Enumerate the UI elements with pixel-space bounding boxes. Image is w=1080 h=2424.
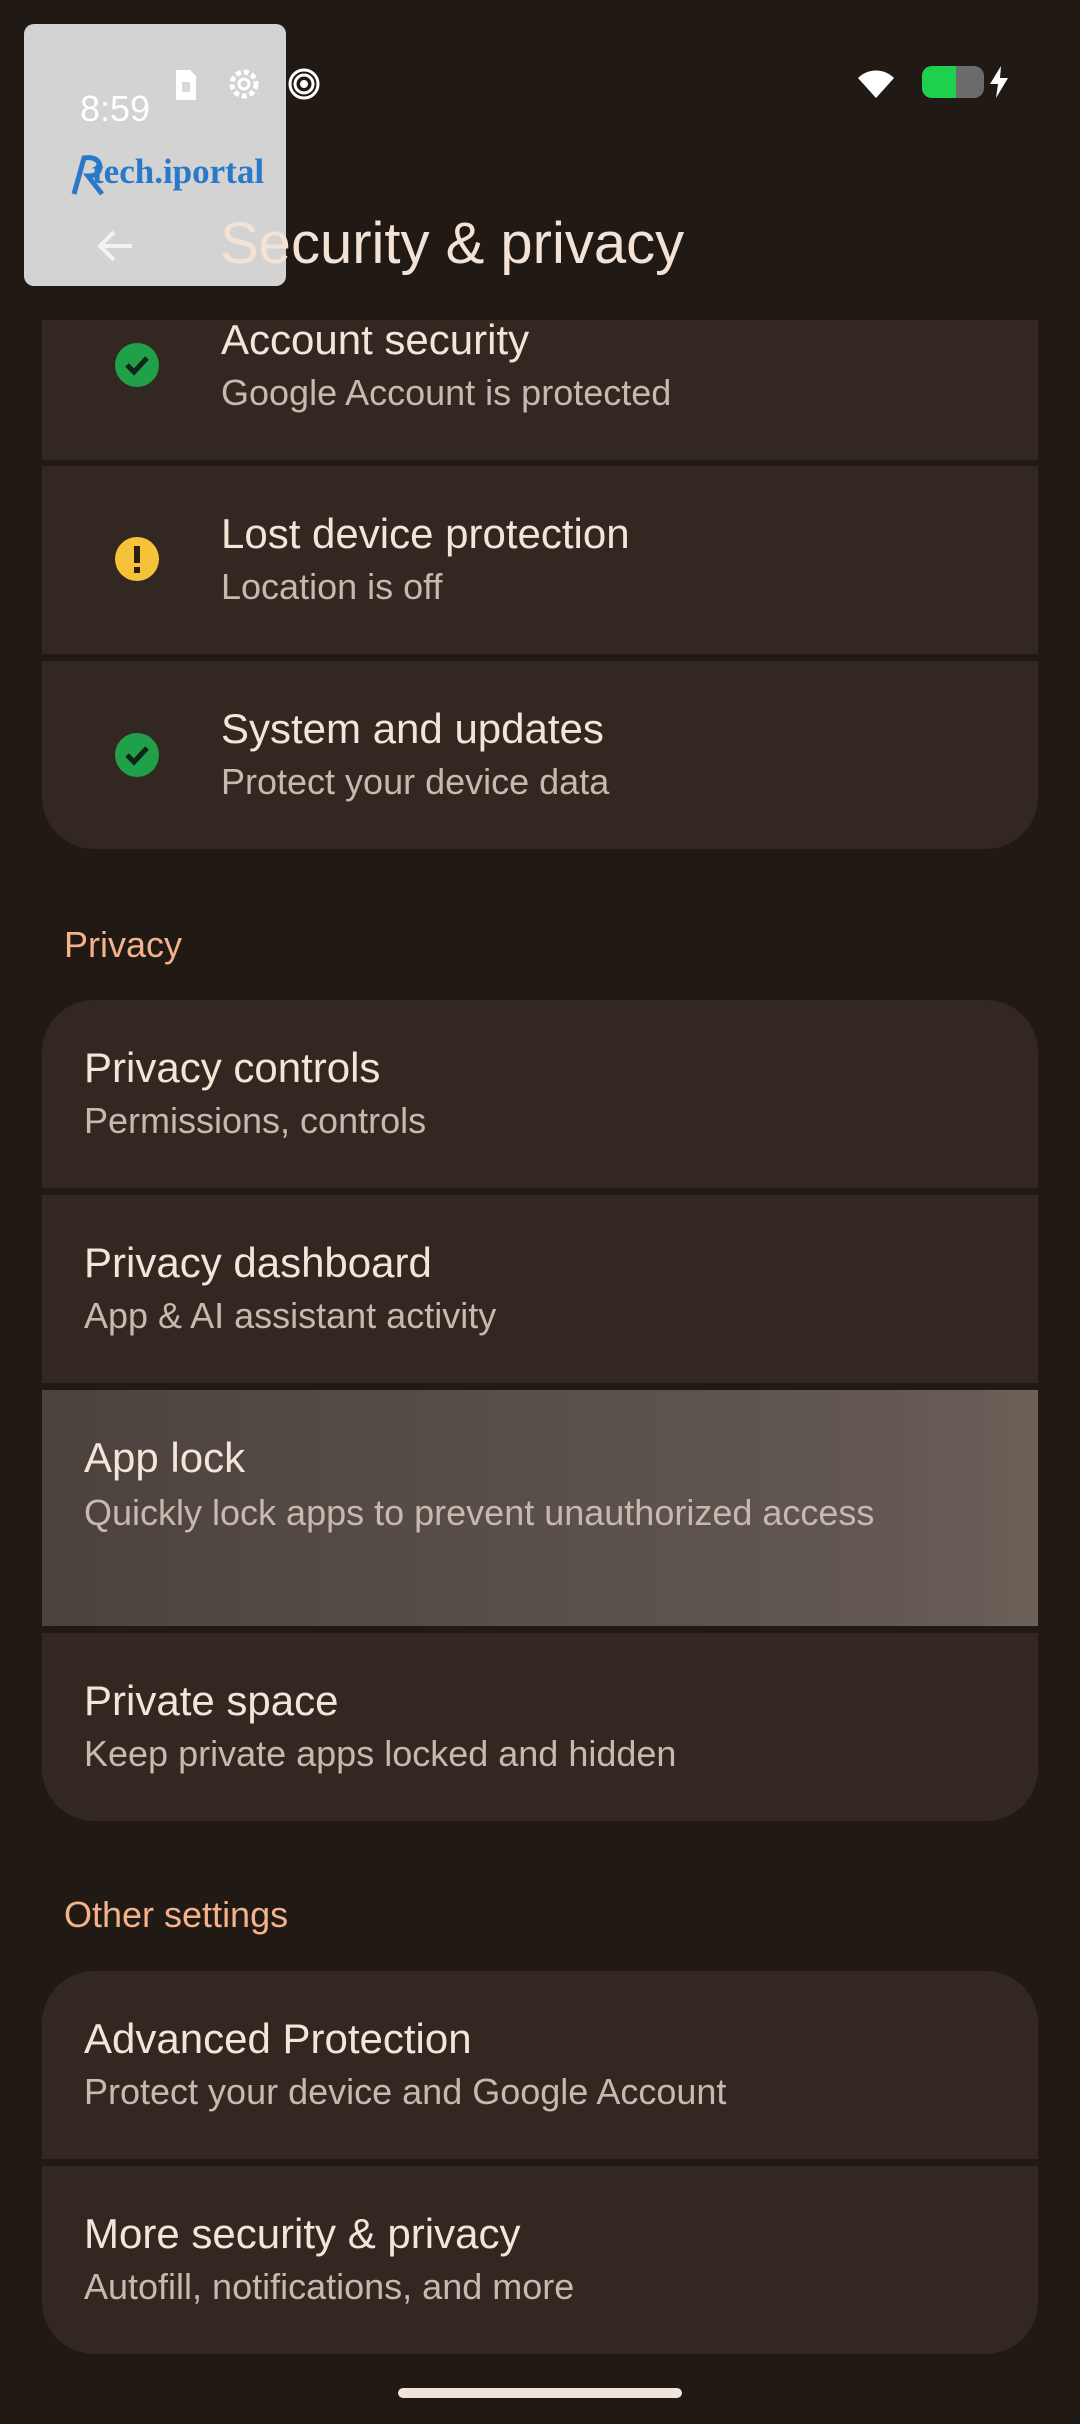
security-item-account[interactable]: Account security Google Account is prote… <box>42 316 1038 460</box>
settings-gear-icon <box>229 69 259 99</box>
security-item-title: Account security <box>221 316 530 363</box>
item-subtitle: Quickly lock apps to prevent unauthorize… <box>84 1492 875 1533</box>
wifi-icon <box>858 70 894 98</box>
item-title: Private space <box>84 1677 339 1724</box>
security-item-title: System and updates <box>221 705 604 752</box>
battery-charging-icon <box>922 66 1010 98</box>
item-title: Privacy dashboard <box>84 1239 432 1286</box>
item-title: App lock <box>84 1434 246 1481</box>
item-subtitle: Keep private apps locked and hidden <box>84 1733 677 1774</box>
security-item-subtitle: Location is off <box>221 566 443 607</box>
app-lock-item[interactable]: App lock Quickly lock apps to prevent un… <box>42 1390 1038 1626</box>
more-security-privacy-item[interactable]: More security & privacy Autofill, notifi… <box>42 2166 1038 2354</box>
private-space-item[interactable]: Private space Keep private apps locked a… <box>42 1633 1038 1821</box>
security-item-system-updates[interactable]: System and updates Protect your device d… <box>42 661 1038 849</box>
home-indicator[interactable] <box>398 2388 682 2398</box>
check-circle-icon <box>114 732 160 778</box>
section-header-privacy: Privacy <box>64 924 183 965</box>
warning-circle-icon <box>114 536 160 582</box>
item-subtitle: App & AI assistant activity <box>84 1295 497 1336</box>
back-arrow-icon <box>97 230 132 262</box>
back-button[interactable] <box>64 194 168 298</box>
privacy-controls-item[interactable]: Privacy controls Permissions, controls <box>42 1000 1038 1188</box>
sim-icon <box>176 70 196 100</box>
spiral-icon <box>288 68 320 100</box>
check-circle-icon <box>114 342 160 388</box>
item-title: Advanced Protection <box>84 2015 472 2062</box>
watermark-text: tech.iportal <box>92 152 265 191</box>
advanced-protection-item[interactable]: Advanced Protection Protect your device … <box>42 1971 1038 2159</box>
security-item-subtitle: Google Account is protected <box>221 372 672 413</box>
status-time: 8:59 <box>80 88 151 129</box>
item-subtitle: Protect your device and Google Account <box>84 2071 727 2112</box>
item-title: More security & privacy <box>84 2210 521 2257</box>
security-item-title: Lost device protection <box>221 510 630 557</box>
status-bar-right <box>854 64 1010 100</box>
section-header-other-settings: Other settings <box>64 1894 289 1935</box>
battery-level <box>922 66 984 98</box>
item-title: Privacy controls <box>84 1044 381 1091</box>
security-item-lost-device[interactable]: Lost device protection Location is off <box>42 466 1038 654</box>
privacy-dashboard-item[interactable]: Privacy dashboard App & AI assistant act… <box>42 1195 1038 1383</box>
item-subtitle: Permissions, controls <box>84 1100 427 1141</box>
item-subtitle: Autofill, notifications, and more <box>84 2266 575 2307</box>
page-title: Security & privacy <box>220 211 685 276</box>
security-item-subtitle: Protect your device data <box>221 761 610 802</box>
